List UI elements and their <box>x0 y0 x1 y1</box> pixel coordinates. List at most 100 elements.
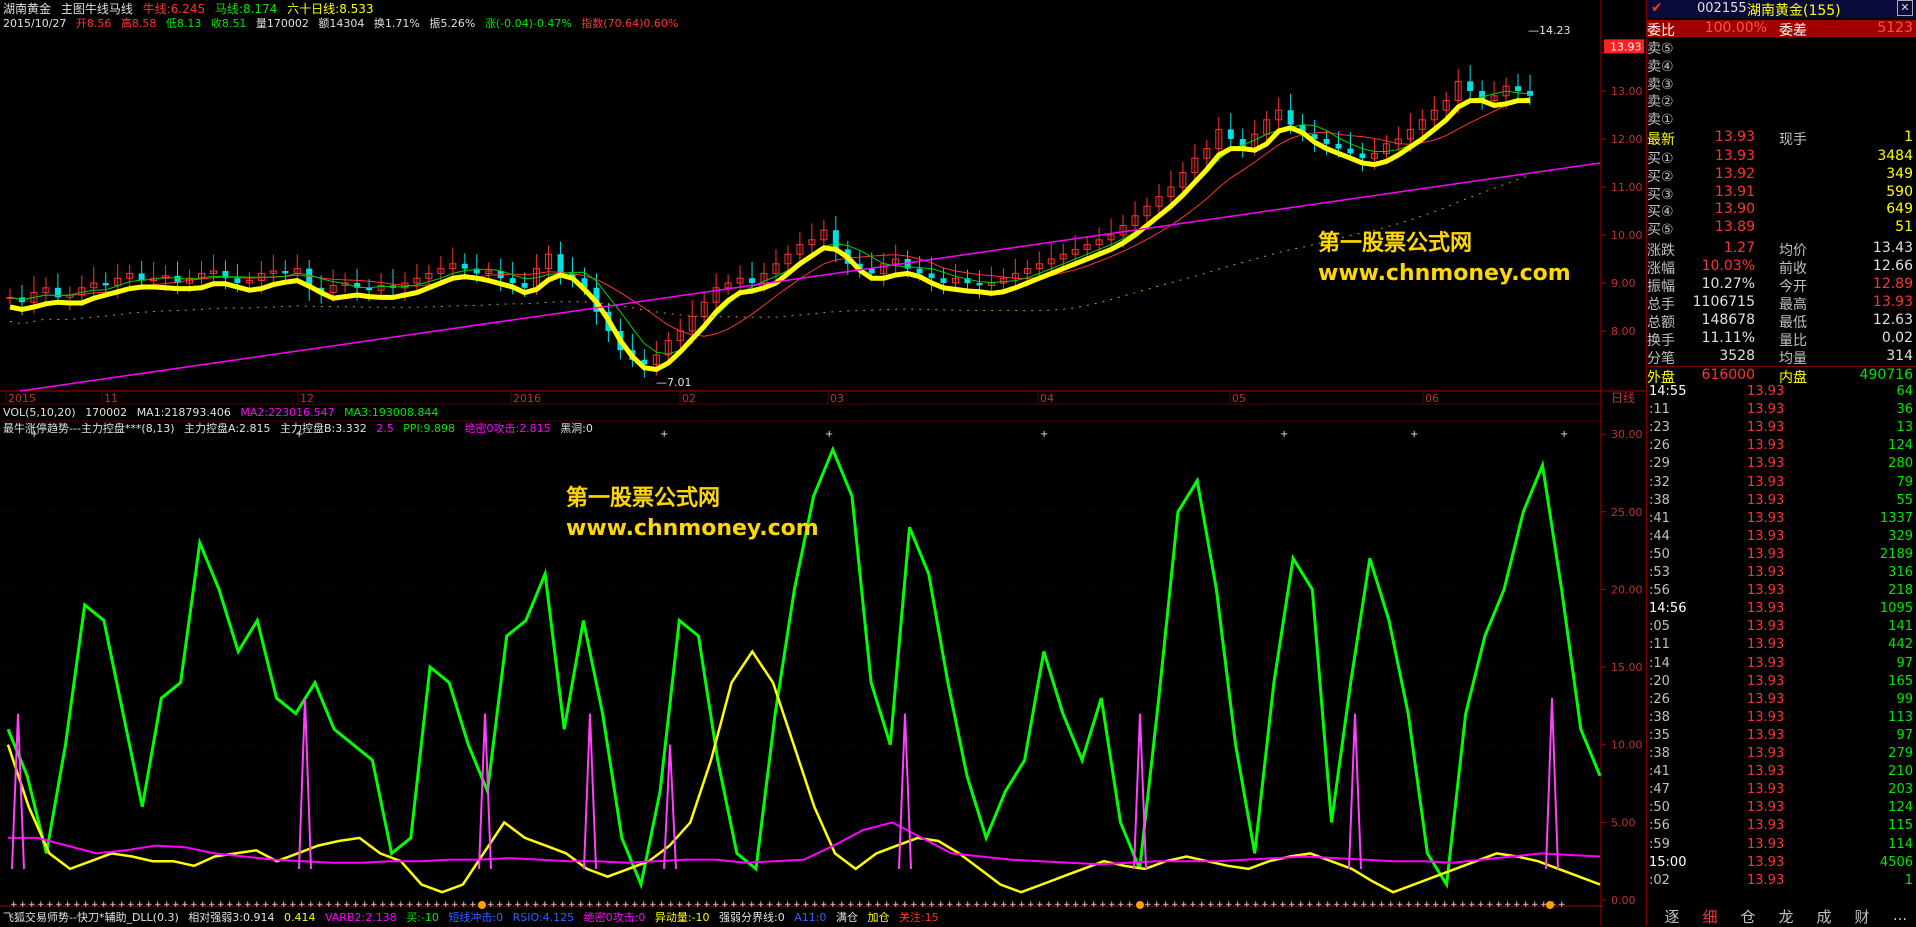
signal-dot <box>478 901 486 909</box>
tick-price: 13.93 <box>1747 402 1785 418</box>
bottom-marker: + <box>1495 900 1503 910</box>
niu-line-label: 牛线:6.245 <box>142 2 206 16</box>
candle-body <box>976 283 983 286</box>
high-label: —14.23 <box>1528 24 1571 37</box>
tick-row: :26 13.93 124 <box>1647 438 1916 456</box>
signal-dot <box>1136 901 1144 909</box>
tick-row: :29 13.93 280 <box>1647 456 1916 474</box>
close-icon[interactable]: ✕ <box>1897 0 1913 16</box>
tick-time: :14 <box>1649 655 1670 671</box>
tab-2[interactable]: 仓 <box>1729 906 1767 926</box>
top-marker: + <box>1040 429 1048 440</box>
ind-spike <box>663 744 677 869</box>
quote-row: 分笔 3528 均量 314 <box>1647 348 1916 367</box>
chart-area[interactable]: 13.00 12.00 11.00 10.00 9.00 8.00 13.93 2015 11 1… <box>0 0 1646 926</box>
tick-time: :11 <box>1649 402 1670 418</box>
stat-label: 涨幅 <box>1647 261 1675 277</box>
tab-0[interactable]: 逐 <box>1653 906 1691 926</box>
bottom-marker: + <box>982 900 990 910</box>
tick-time: :35 <box>1649 727 1670 743</box>
bottom-marker: + <box>964 900 972 910</box>
quote-row: 买④ 13.90 649 <box>1647 201 1916 220</box>
stat-label-2: 量比 <box>1779 333 1807 349</box>
tick-price: 13.93 <box>1747 655 1785 671</box>
tick-row: :50 13.93 2189 <box>1647 547 1916 565</box>
check-icon[interactable]: ✔ <box>1651 0 1663 16</box>
tick-vol: 97 <box>1896 655 1913 671</box>
tick-price: 13.93 <box>1747 818 1785 834</box>
footer-rsio: RSIO:4.125 <box>512 911 575 924</box>
stat-value: 11.11% <box>1701 330 1755 346</box>
tick-time: :50 <box>1649 546 1670 562</box>
bottom-marker: + <box>1486 900 1494 910</box>
price-tick-label: 10.00 <box>1611 229 1643 242</box>
candle-body <box>1335 143 1342 149</box>
tab-5[interactable]: 财 <box>1843 906 1881 926</box>
high-label: 高8.58 <box>120 17 157 30</box>
watermark-1-url: www.chnmoney.com <box>1318 261 1571 286</box>
tick-row: :14 13.93 97 <box>1647 656 1916 674</box>
tick-vol: 1 <box>1904 872 1913 888</box>
tick-price: 13.93 <box>1747 727 1785 743</box>
buy-price: 13.89 <box>1714 219 1755 236</box>
footer-jm: 短线冲击:0 <box>448 911 504 924</box>
date-tick-label: 11 <box>104 392 118 405</box>
candle-body <box>1287 110 1294 125</box>
tick-row: :50 13.93 124 <box>1647 800 1916 818</box>
date-tick-label: 05 <box>1232 392 1246 405</box>
bottom-marker: + <box>1036 900 1044 910</box>
price-tick-label: 13.00 <box>1611 85 1643 98</box>
stock-title: 湖南黄金(155) <box>1747 3 1841 19</box>
tick-vol: 113 <box>1888 709 1913 725</box>
tick-price: 13.93 <box>1747 528 1785 544</box>
date-tick-label: 03 <box>830 392 844 405</box>
kline-chart[interactable]: 13.0012.0011.0010.009.008.0013.932015 11 1… <box>0 0 1646 926</box>
tick-price: 13.93 <box>1747 546 1785 562</box>
candle-body <box>282 271 289 274</box>
bottom-marker: + <box>1387 900 1395 910</box>
tick-vol: 124 <box>1888 438 1913 454</box>
bottom-marker: + <box>1081 900 1089 910</box>
ind-abs: 绝密0攻击:2.815 <box>464 422 551 435</box>
tick-row: :38 13.93 113 <box>1647 710 1916 728</box>
footer-varb: VARB2:2.138 <box>324 911 397 924</box>
quote-row: 卖① <box>1647 109 1916 128</box>
tick-time: :47 <box>1649 782 1670 798</box>
candle-body <box>557 254 564 274</box>
ind-tick-label: 5.00 <box>1611 816 1636 829</box>
watermark-1-title: 第一股票公式网 <box>1318 231 1473 256</box>
tick-price: 13.93 <box>1747 456 1785 472</box>
bottom-marker: + <box>1504 900 1512 910</box>
bottom-marker: + <box>1315 900 1323 910</box>
quote-row: 卖② <box>1647 91 1916 110</box>
tick-time: :11 <box>1649 637 1670 653</box>
tab-6[interactable]: ... <box>1881 906 1916 926</box>
bottom-marker: + <box>1360 900 1368 910</box>
bottom-marker: + <box>991 900 999 910</box>
buy-price: 13.90 <box>1714 201 1755 218</box>
bottom-marker: + <box>1414 900 1422 910</box>
tick-price: 13.93 <box>1747 709 1785 725</box>
tick-price: 13.93 <box>1747 782 1785 798</box>
tick-vol: 13 <box>1896 420 1913 436</box>
tick-price: 13.93 <box>1747 872 1785 888</box>
bottom-marker: + <box>1171 900 1179 910</box>
quote-row: 振幅 10.27% 今开 12.89 <box>1647 276 1916 295</box>
date-tick-label: 2016 <box>513 392 541 405</box>
quote-panel: ✔ 002155 湖南黄金(155) ✕ 委比 100.00% 委差 5123 卖⑤ 卖④… <box>1646 0 1916 926</box>
tab-3[interactable]: 龙 <box>1767 906 1805 926</box>
tick-time: :56 <box>1649 583 1670 599</box>
tab-1[interactable]: 细 <box>1691 906 1729 926</box>
date-tick-label: 2015 <box>8 392 36 405</box>
tick-time: 14:55 <box>1649 384 1687 399</box>
indicator-name[interactable]: 主图牛线马线 <box>61 2 133 16</box>
bottom-marker: + <box>1198 900 1206 910</box>
footer-name[interactable]: 飞狐交易师势--快刀*辅助_DLL(0.3) <box>3 911 179 924</box>
ind-name[interactable]: 最牛涨停趋势---主力控盘***(8,13) <box>3 422 174 435</box>
bottom-marker: + <box>1297 900 1305 910</box>
stat-label-2: 均价 <box>1779 243 1807 259</box>
vol-header: VOL(5,10,20) 170002 MA1:218793.406 MA2:2… <box>3 406 444 419</box>
tab-4[interactable]: 成 <box>1805 906 1843 926</box>
tick-time: :38 <box>1649 709 1670 725</box>
top-marker: + <box>1280 429 1288 440</box>
